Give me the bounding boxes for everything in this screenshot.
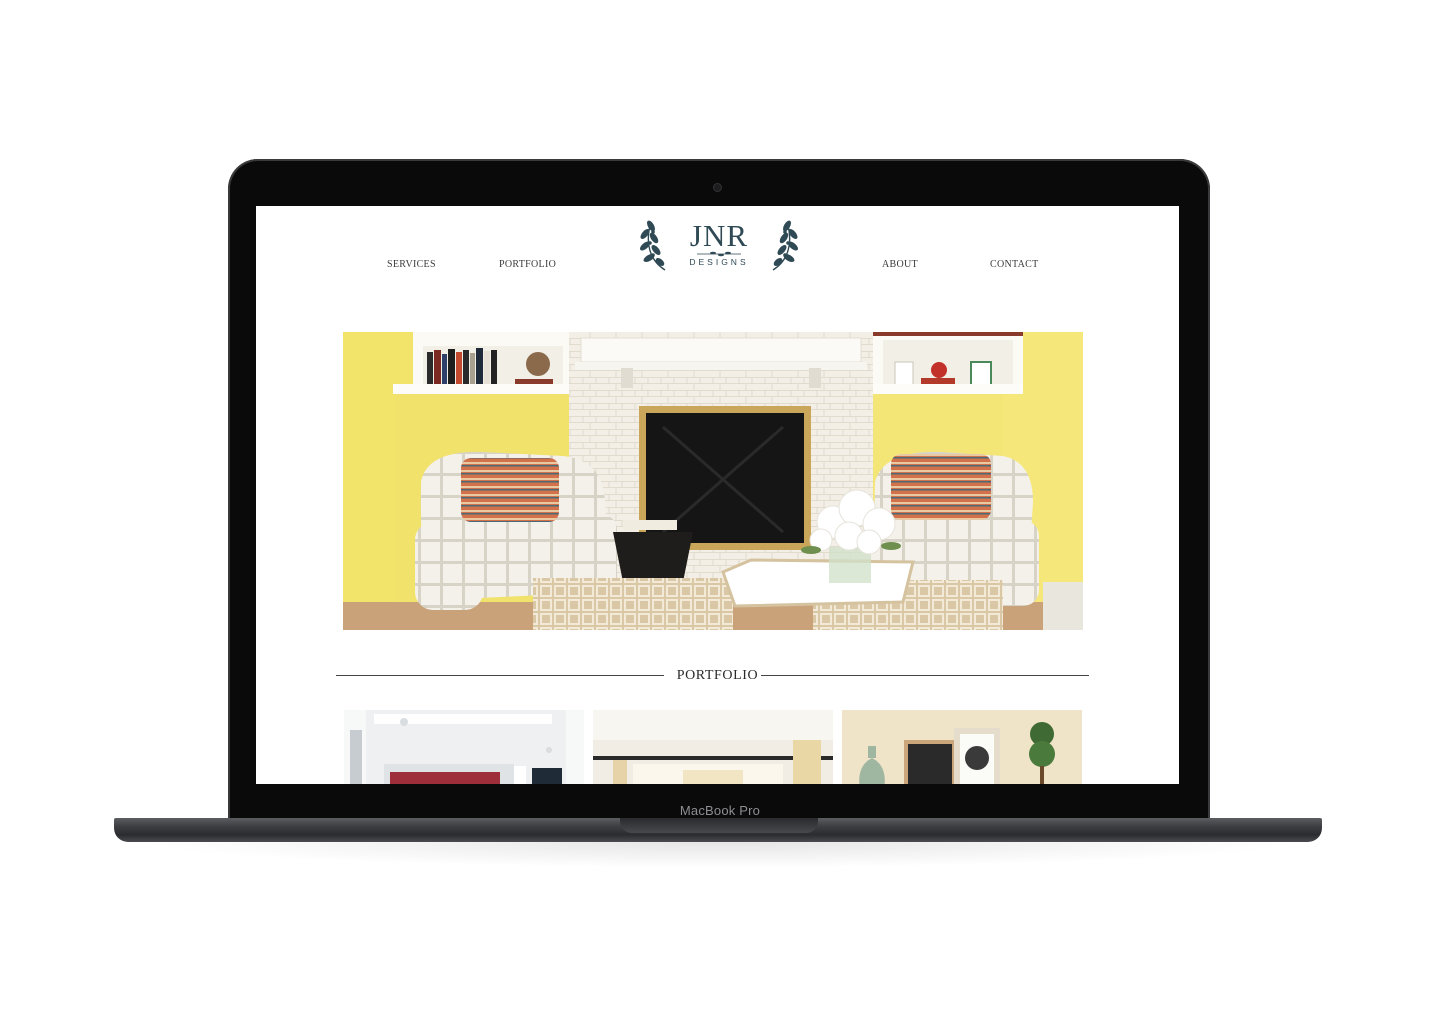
laptop-shadow (140, 842, 1300, 868)
laurel-right-icon (772, 220, 798, 271)
webcam-icon (713, 183, 722, 192)
site-logo[interactable]: JNR DESIGNS (639, 214, 799, 272)
laptop-opening-notch (620, 818, 818, 833)
portfolio-heading: PORTFOLIO (676, 668, 759, 683)
hero-image (343, 332, 1083, 630)
portfolio-thumbnail-1[interactable] (344, 710, 584, 784)
device-label: MacBook Pro (679, 803, 761, 818)
website-screen: SERVICES PORTFOLIO JNR DESIGNS ABOUT CON… (256, 206, 1179, 784)
nav-contact-link[interactable]: CONTACT (990, 259, 1039, 270)
portfolio-thumbnail-3[interactable] (842, 710, 1082, 784)
logo-sprig-icon (697, 251, 741, 257)
nav-about-link[interactable]: ABOUT (882, 259, 918, 270)
nav-services-link[interactable]: SERVICES (387, 259, 436, 270)
nav-portfolio-link[interactable]: PORTFOLIO (499, 259, 556, 270)
section-divider-right (761, 675, 1089, 676)
portfolio-thumbnail-2[interactable] (593, 710, 833, 784)
